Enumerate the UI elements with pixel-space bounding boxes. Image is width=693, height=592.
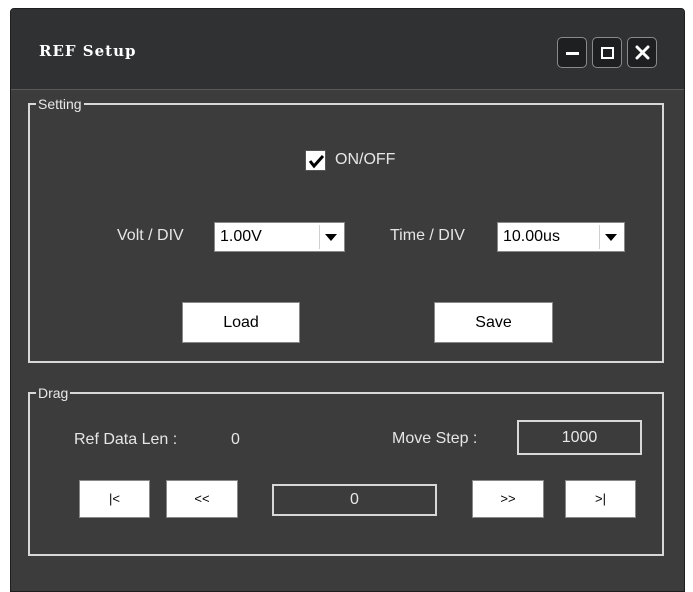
position-field[interactable]: 0 [272, 484, 437, 516]
setting-group-label: Setting [38, 96, 82, 112]
last-button[interactable]: >| [565, 480, 636, 518]
save-button[interactable]: Save [434, 302, 553, 343]
volt-div-select[interactable]: 1.00V [214, 222, 345, 252]
time-div-value: 10.00us [503, 228, 560, 245]
chevron-down-icon [605, 234, 617, 241]
load-button[interactable]: Load [182, 302, 300, 343]
volt-div-dropdown-button[interactable] [319, 225, 342, 249]
title-separator [11, 89, 684, 90]
close-icon [635, 45, 650, 60]
move-step-input[interactable]: 1000 [517, 420, 642, 455]
ref-data-len-value: 0 [231, 431, 240, 448]
close-button[interactable] [627, 37, 657, 68]
prev-button[interactable]: << [166, 480, 238, 518]
time-div-dropdown-button[interactable] [599, 225, 622, 249]
minimize-icon [566, 52, 579, 55]
drag-group: Drag [28, 386, 664, 556]
time-div-select[interactable]: 10.00us [497, 222, 625, 252]
on-off-checkbox[interactable] [305, 150, 326, 171]
volt-div-label: Volt / DIV [117, 227, 184, 244]
volt-div-value: 1.00V [220, 228, 262, 245]
chevron-down-icon [325, 234, 337, 241]
first-button[interactable]: |< [79, 480, 150, 518]
drag-group-label: Drag [38, 385, 69, 401]
maximize-button[interactable] [592, 37, 622, 68]
checkmark-icon [308, 154, 325, 169]
on-off-label: ON/OFF [335, 151, 396, 168]
next-button[interactable]: >> [472, 480, 544, 518]
window-title: REF Setup [39, 42, 137, 60]
minimize-button[interactable] [557, 37, 587, 68]
ref-data-len-label: Ref Data Len : [74, 431, 178, 448]
move-step-label: Move Step : [392, 430, 478, 447]
title-bar[interactable]: REF Setup [11, 9, 684, 89]
maximize-icon [601, 47, 614, 59]
time-div-label: Time / DIV [390, 227, 465, 244]
